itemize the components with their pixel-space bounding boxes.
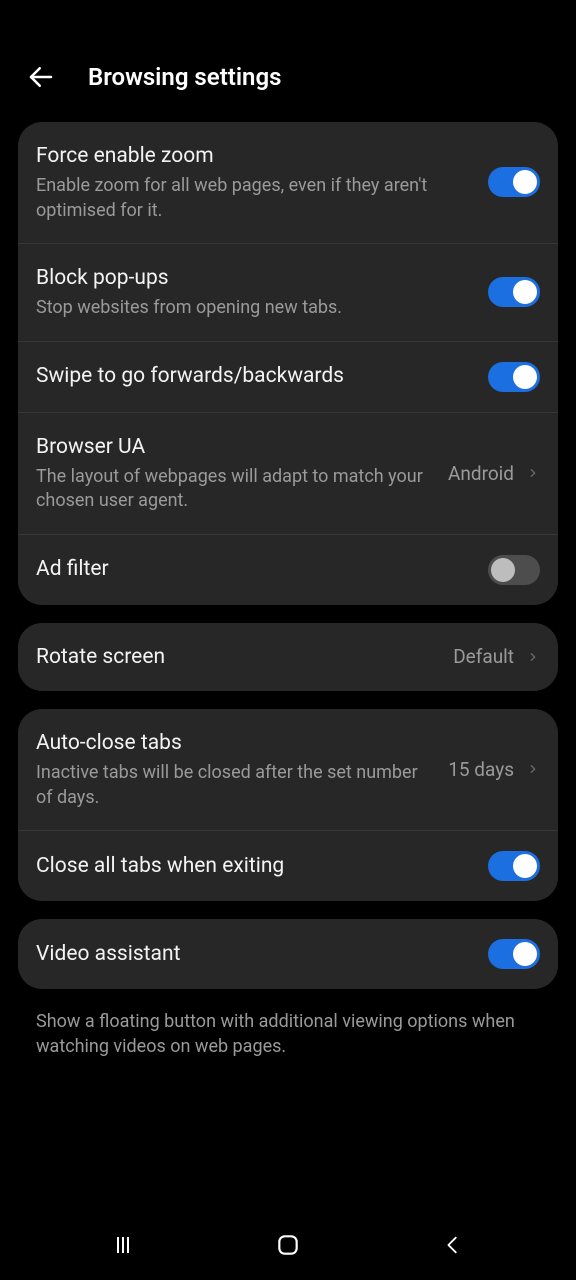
toggle-block-popups[interactable] (488, 277, 540, 307)
setting-swipe-nav[interactable]: Swipe to go forwards/backwards (18, 342, 558, 413)
setting-close-all-exit[interactable]: Close all tabs when exiting (18, 831, 558, 901)
row-title: Rotate screen (36, 643, 441, 671)
header: Browsing settings (0, 50, 576, 122)
home-button[interactable] (271, 1228, 305, 1262)
toggle-knob (491, 558, 515, 582)
row-value: 15 days (448, 758, 514, 781)
row-subtitle: Inactive tabs will be closed after the s… (36, 761, 436, 810)
toggle-ad-filter[interactable] (488, 555, 540, 585)
toggle-knob (513, 854, 537, 878)
row-text: Swipe to go forwards/backwards (36, 362, 476, 390)
row-subtitle: Stop websites from opening new tabs. (36, 296, 476, 320)
chevron-right-icon (526, 461, 540, 485)
settings-group: Video assistant (18, 919, 558, 989)
setting-ad-filter[interactable]: Ad filter (18, 535, 558, 605)
toggle-force-zoom[interactable] (488, 167, 540, 197)
row-value: Default (453, 645, 514, 668)
group-footer: Show a floating button with additional v… (18, 1007, 558, 1069)
back-icon[interactable] (24, 60, 58, 94)
row-text: Video assistant (36, 940, 476, 968)
setting-browser-ua[interactable]: Browser UA The layout of webpages will ad… (18, 413, 558, 535)
row-title: Ad filter (36, 555, 476, 583)
toggle-swipe-nav[interactable] (488, 362, 540, 392)
toggle-knob (513, 170, 537, 194)
toggle-close-all-exit[interactable] (488, 851, 540, 881)
setting-force-zoom[interactable]: Force enable zoom Enable zoom for all web… (18, 122, 558, 244)
chevron-right-icon (526, 757, 540, 781)
toggle-video-assistant[interactable] (488, 939, 540, 969)
row-subtitle: Enable zoom for all web pages, even if t… (36, 174, 476, 223)
row-text: Browser UA The layout of webpages will ad… (36, 433, 436, 514)
row-title: Swipe to go forwards/backwards (36, 362, 476, 390)
settings-group: Auto-close tabs Inactive tabs will be clo… (18, 709, 558, 901)
settings-group: Force enable zoom Enable zoom for all web… (18, 122, 558, 605)
row-text: Auto-close tabs Inactive tabs will be clo… (36, 729, 436, 810)
row-title: Close all tabs when exiting (36, 852, 476, 880)
toggle-knob (513, 280, 537, 304)
row-title: Force enable zoom (36, 142, 476, 170)
row-value: Android (448, 462, 514, 485)
settings-group: Rotate screen Default (18, 623, 558, 691)
row-text: Force enable zoom Enable zoom for all web… (36, 142, 476, 223)
back-button[interactable] (436, 1228, 470, 1262)
row-title: Video assistant (36, 940, 476, 968)
toggle-knob (513, 942, 537, 966)
settings-content: Force enable zoom Enable zoom for all web… (0, 122, 576, 1210)
row-title: Auto-close tabs (36, 729, 436, 757)
chevron-right-icon (526, 645, 540, 669)
system-navbar (0, 1210, 576, 1280)
setting-block-popups[interactable]: Block pop-ups Stop websites from opening … (18, 244, 558, 342)
row-text: Block pop-ups Stop websites from opening … (36, 264, 476, 321)
setting-video-assistant[interactable]: Video assistant (18, 919, 558, 989)
recents-button[interactable] (106, 1228, 140, 1262)
row-text: Rotate screen (36, 643, 441, 671)
page-title: Browsing settings (88, 63, 281, 91)
setting-rotate-screen[interactable]: Rotate screen Default (18, 623, 558, 691)
setting-auto-close-tabs[interactable]: Auto-close tabs Inactive tabs will be clo… (18, 709, 558, 831)
row-text: Ad filter (36, 555, 476, 583)
row-title: Browser UA (36, 433, 436, 461)
toggle-knob (513, 365, 537, 389)
row-text: Close all tabs when exiting (36, 852, 476, 880)
row-title: Block pop-ups (36, 264, 476, 292)
row-subtitle: The layout of webpages will adapt to mat… (36, 465, 436, 514)
